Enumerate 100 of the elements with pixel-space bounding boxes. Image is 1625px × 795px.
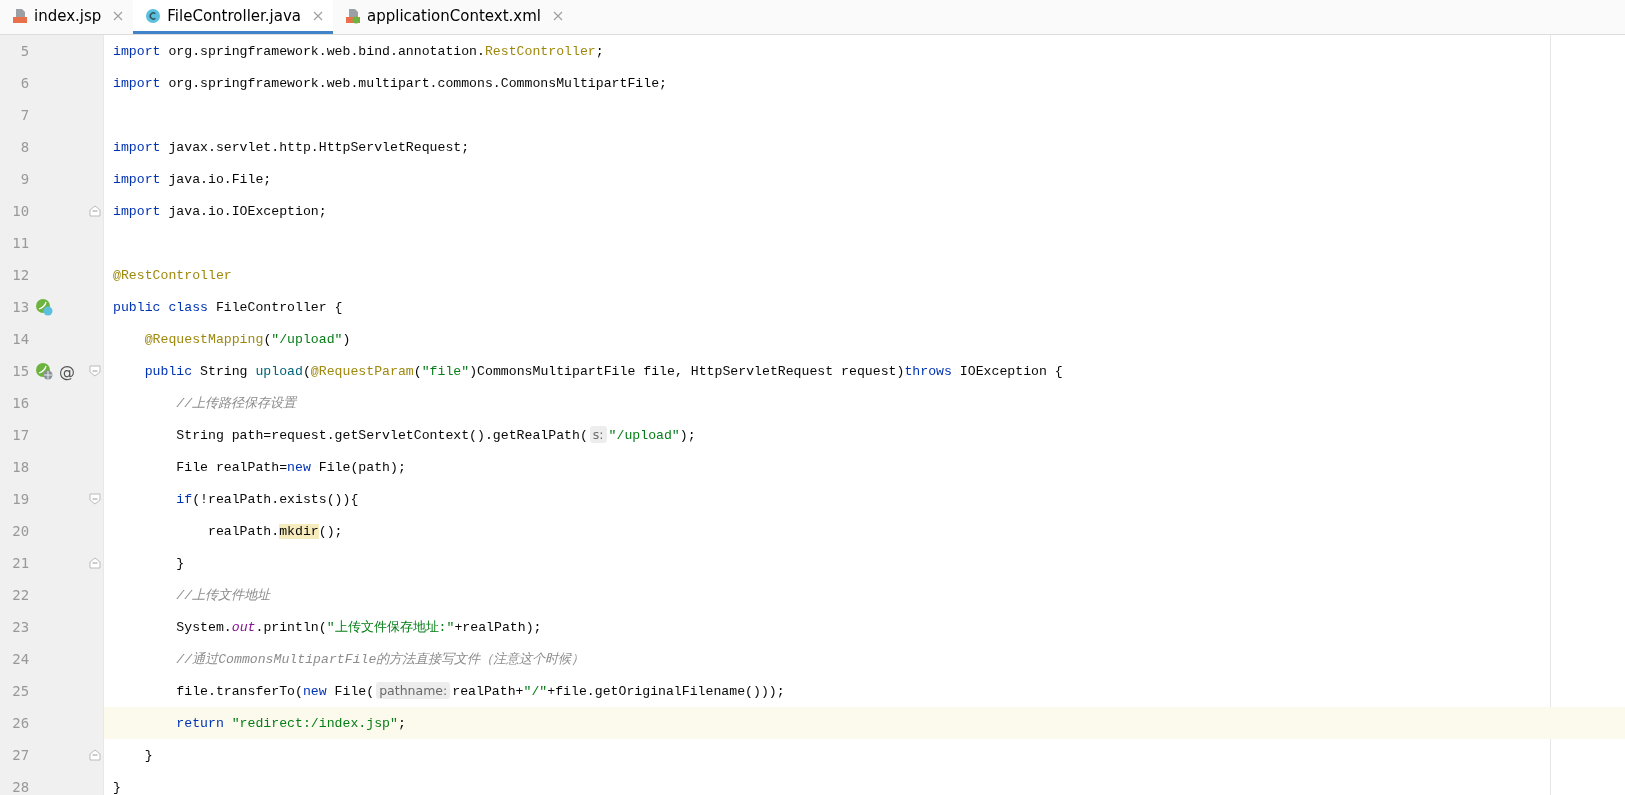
code-text: ( (263, 331, 272, 347)
code-text: file.transferTo( (175, 684, 303, 699)
code-method: upload (255, 363, 303, 379)
code-keyword: new (287, 459, 311, 475)
code-text: javax.servlet.http.HttpServletRequest; (167, 139, 470, 155)
line-number: 11 (11, 235, 30, 251)
code-keyword: import (113, 43, 161, 59)
line-number: 13 (11, 299, 30, 315)
code-string: "/" (523, 684, 548, 699)
code-keyword: if (175, 491, 193, 507)
code-text: +file.getOriginalFilename())); (547, 684, 785, 699)
line-number: 27 (11, 747, 30, 763)
code-text: )CommonsMultipartFile file, HttpServletRequest request) (469, 363, 905, 379)
code-string: "redirect:/index.jsp" (230, 715, 398, 731)
line-number: 24 (11, 651, 30, 667)
line-number: 19 (11, 491, 30, 507)
code-text: FileController { (214, 299, 343, 315)
parameter-hint: pathname: (376, 682, 451, 699)
code-keyword: public (143, 363, 193, 379)
class-file-icon (145, 7, 162, 24)
code-text: (!realPath.exists()){ (192, 491, 359, 507)
code-keyword: import (113, 203, 161, 219)
code-annotation: @RequestMapping (143, 331, 264, 347)
code-annotation: @RestController (113, 267, 232, 283)
code-keyword: public class (113, 299, 208, 315)
line-number: 18 (11, 459, 30, 475)
code-text: realPath+ (452, 684, 524, 699)
code-text: java.io.IOException; (167, 203, 327, 219)
line-number: 23 (11, 619, 30, 635)
code-text: ; (397, 715, 406, 731)
line-number: 9 (19, 171, 30, 187)
line-number: 12 (11, 267, 30, 283)
code-text: File(path); (317, 459, 406, 475)
code-comment: //通过CommonsMultipartFile的方法直接写文件（注意这个时候） (175, 652, 585, 667)
code-string: "上传文件保存地址:" (326, 620, 455, 635)
code-keyword: import (113, 171, 161, 187)
code-text: ( (302, 363, 311, 379)
implemented-marker[interactable]: @ (59, 361, 76, 381)
code-keyword: return (175, 715, 224, 731)
code-text: (); (318, 523, 343, 539)
line-number: 5 (19, 43, 30, 59)
line-number: 17 (11, 427, 30, 443)
code-string: "file" (421, 363, 470, 379)
highlighted-word: mkdir (279, 523, 319, 539)
editor-tab[interactable]: index.jsp (0, 0, 134, 34)
code-text: .println( (255, 620, 327, 635)
code-text: File realPath= (175, 459, 288, 475)
line-number: 6 (19, 75, 30, 91)
code-text: String (199, 363, 249, 379)
xml-file-icon (345, 7, 362, 24)
code-string: "/upload" (271, 331, 343, 347)
code-keyword: new (302, 684, 327, 699)
code-text: } (113, 779, 121, 795)
bean-icon[interactable] (35, 298, 54, 316)
line-number: 8 (19, 139, 30, 155)
code-text: File( (333, 684, 375, 699)
close-icon[interactable] (113, 10, 124, 21)
line-number: 16 (11, 395, 30, 411)
code-text: realPath. (206, 523, 280, 539)
line-number: 20 (11, 523, 30, 539)
code-string: "/upload" (608, 428, 680, 443)
line-number: 14 (11, 331, 30, 347)
bean-icon[interactable] (35, 362, 54, 380)
line-number: 21 (11, 555, 30, 571)
fold-start-icon[interactable] (89, 365, 102, 377)
close-icon[interactable] (552, 10, 563, 21)
code-keyword: import (113, 139, 161, 155)
code-text: ) (342, 331, 351, 347)
close-icon[interactable] (313, 10, 324, 21)
fold-end-icon[interactable] (89, 557, 102, 569)
code-text: } (143, 747, 153, 763)
jsp-file-icon (12, 7, 28, 24)
code-comment: //上传文件地址 (175, 588, 271, 603)
code-text: ); (679, 428, 696, 443)
code-annotation: @RequestParam (310, 363, 414, 379)
line-number: 25 (11, 683, 30, 699)
code-text: IOException { (958, 363, 1063, 379)
line-number: 15 (11, 363, 30, 379)
code-keyword: import (113, 75, 161, 91)
line-number: 28 (11, 779, 30, 795)
line-number: 26 (11, 715, 30, 731)
code-text: ; (595, 43, 604, 59)
code-text: } (175, 555, 185, 571)
line-number: 22 (11, 587, 30, 603)
code-comment: //上传路径保存设置 (175, 396, 297, 411)
code-text: org.springframework.web.bind.annotation. (167, 43, 485, 59)
line-number: 10 (11, 203, 30, 219)
line-number: 7 (19, 107, 30, 123)
fold-start-icon[interactable] (89, 493, 102, 505)
editor-tab[interactable]: applicationContext.xml (333, 0, 573, 34)
code-text: System. (175, 620, 232, 635)
fold-end-icon[interactable] (89, 749, 102, 761)
editor-tab[interactable]: FileController.java (133, 0, 334, 34)
code-text: java.io.File; (167, 171, 272, 187)
code-keyword: throws (904, 363, 952, 379)
code-field: out (231, 620, 256, 635)
code-text: org.springframework.web.multipart.commons.CommonsMultipartFile; (167, 75, 667, 91)
code-annotation: RestController (484, 43, 596, 59)
fold-end-icon[interactable] (89, 205, 102, 217)
code-text: String path=request.getServletContext().getRealPath( (175, 428, 588, 443)
